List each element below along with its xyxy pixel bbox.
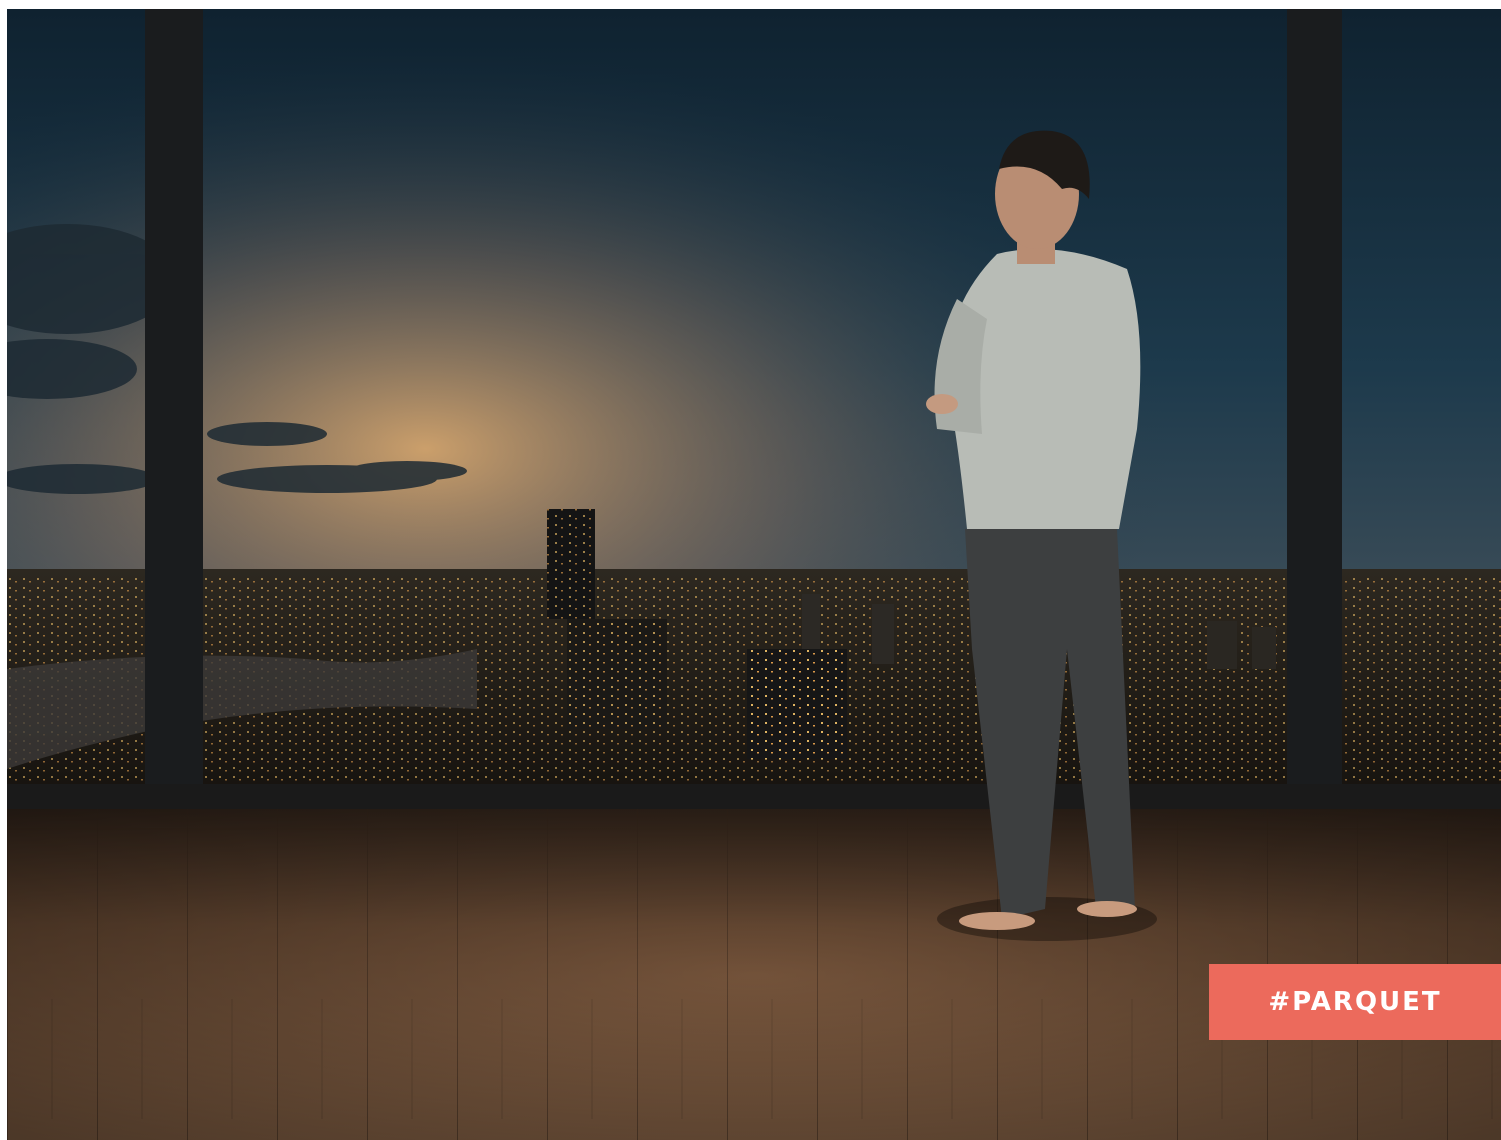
parquet-tag-label: #PARQUET xyxy=(1209,964,1501,1040)
hero-photo: #PARQUET xyxy=(7,9,1501,1140)
